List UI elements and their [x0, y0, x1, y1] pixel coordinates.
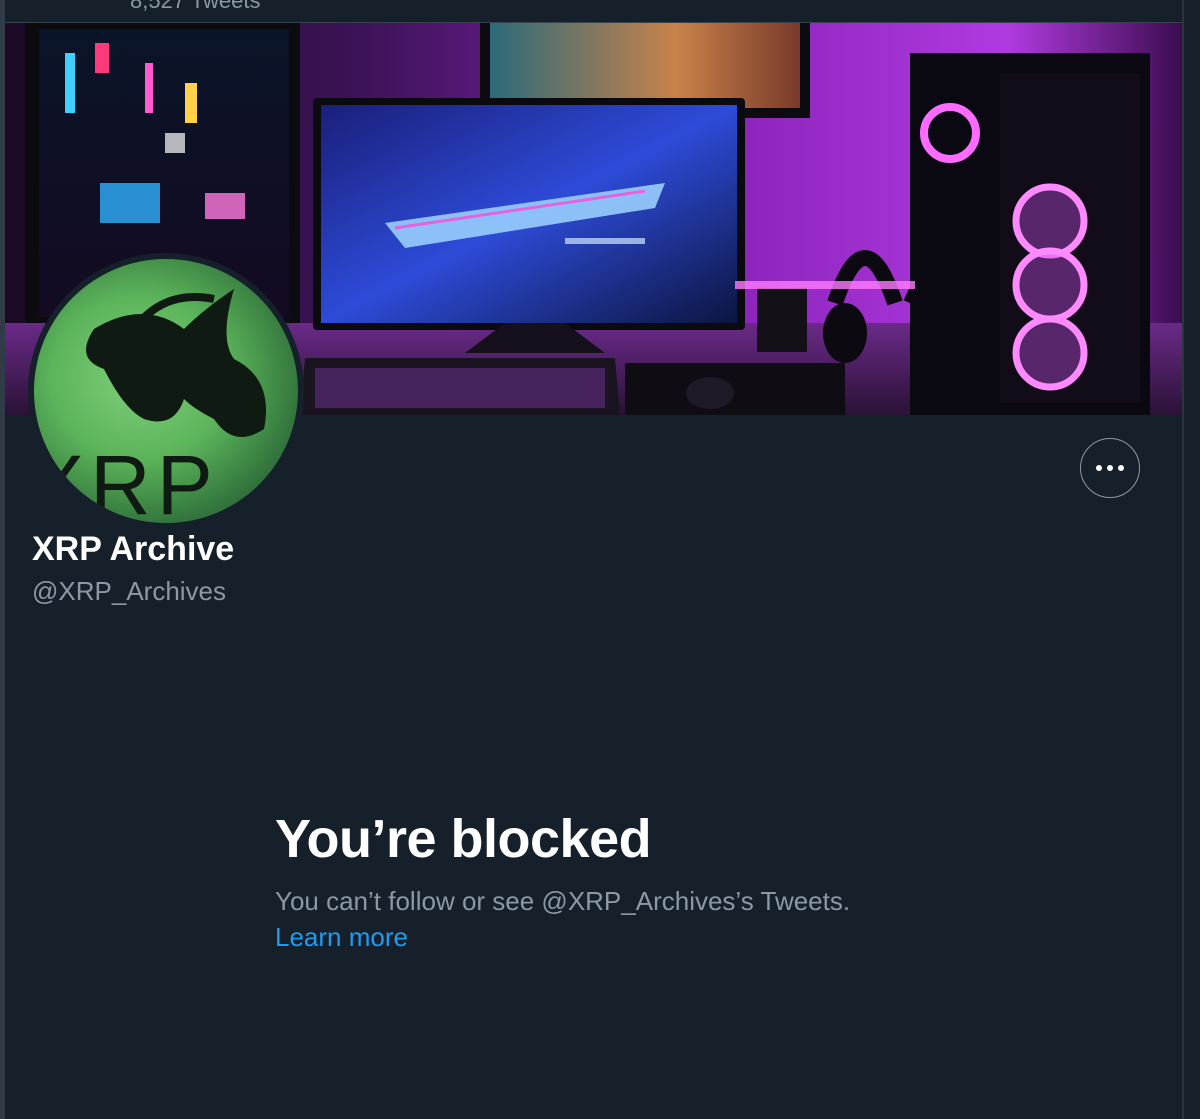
profile-display-name: XRP Archive [32, 530, 235, 568]
more-options-button[interactable] [1080, 438, 1140, 498]
more-horizontal-icon [1096, 465, 1102, 471]
blocked-title: You’re blocked [275, 809, 652, 869]
right-edge [1182, 0, 1200, 1119]
profile-page: 8,527 Tweets XRP XRP Archive @XRP_Archiv… [0, 0, 1200, 1119]
profile-handle: @XRP_Archives [32, 576, 227, 606]
left-edge [0, 0, 5, 1119]
avatar-image: XRP [34, 259, 298, 523]
blocked-description: You can’t follow or see @XRP_Archives’s … [275, 886, 851, 916]
profile-header-bar: 8,527 Tweets [0, 0, 1200, 23]
more-horizontal-icon-dot [1118, 465, 1124, 471]
more-horizontal-icon-dot [1107, 465, 1113, 471]
tweet-count: 8,527 Tweets [130, 0, 261, 13]
learn-more-link[interactable]: Learn more [275, 922, 408, 953]
profile-avatar[interactable]: XRP [28, 253, 304, 529]
avatar-logo-text: XRP [34, 438, 219, 523]
